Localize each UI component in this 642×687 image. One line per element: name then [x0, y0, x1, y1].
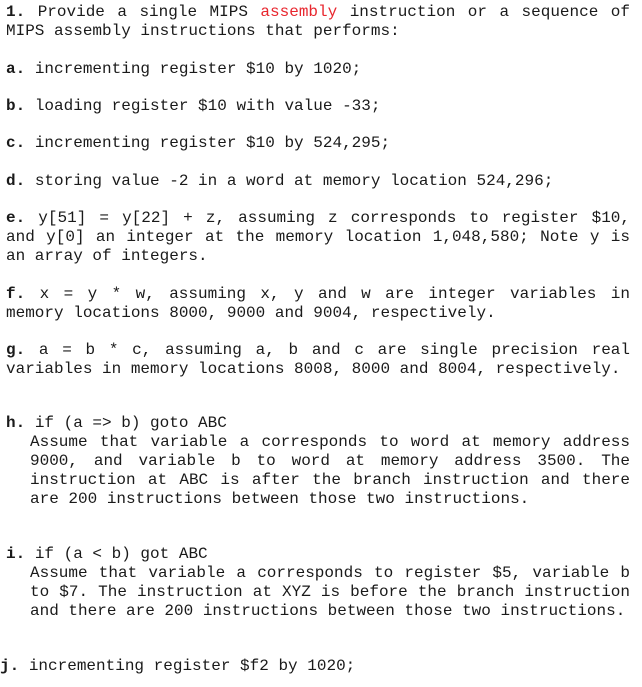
item-text: storing value -2 in a word at memory loc…: [34, 172, 554, 190]
item-g: g. a = b * c, assuming a, b and c are si…: [6, 341, 630, 379]
document: 1. Provide a single MIPS assembly instru…: [0, 0, 642, 687]
item-label: h.: [6, 414, 26, 432]
item-label: c.: [6, 134, 26, 152]
question-intro: 1. Provide a single MIPS assembly instru…: [6, 3, 630, 41]
item-label: e.: [6, 209, 26, 227]
item-text: if (a < b) got ABC: [34, 545, 208, 563]
item-label: d.: [6, 172, 26, 190]
item-f: f. x = y * w, assuming x, y and w are in…: [6, 285, 630, 323]
item-text: loading register $10 with value -33;: [34, 97, 381, 115]
item-text: a = b * c, assuming a, b and c are singl…: [6, 341, 631, 378]
item-text: incrementing register $10 by 524,295;: [34, 134, 391, 152]
item-detail: Assume that variable a corresponds to re…: [30, 564, 630, 620]
item-text: y[51] = y[22] + z, assuming z correspond…: [6, 209, 631, 265]
intro-highlight: assembly: [260, 3, 338, 21]
item-b: b. loading register $10 with value -33;: [6, 97, 630, 116]
item-d: d. storing value -2 in a word at memory …: [6, 172, 630, 191]
item-text: if (a => b) goto ABC: [34, 414, 227, 432]
item-text: incrementing register $f2 by 1020;: [28, 657, 356, 675]
item-label: f.: [6, 285, 26, 303]
item-h: h. if (a => b) goto ABC Assume that vari…: [6, 414, 630, 509]
item-label: b.: [6, 97, 26, 115]
item-detail: Assume that variable a corresponds to wo…: [30, 433, 630, 508]
item-j: j. incrementing register $f2 by 1020;: [0, 657, 624, 676]
item-label: i.: [6, 545, 26, 563]
item-a: a. incrementing register $10 by 1020;: [6, 60, 630, 79]
item-text: x = y * w, assuming x, y and w are integ…: [6, 285, 630, 322]
item-e: e. y[51] = y[22] + z, assuming z corresp…: [6, 209, 630, 266]
item-label: j.: [0, 657, 20, 675]
item-c: c. incrementing register $10 by 524,295;: [6, 134, 630, 153]
item-i: i. if (a < b) got ABC Assume that variab…: [6, 545, 630, 621]
item-label: a.: [6, 60, 26, 78]
item-text: incrementing register $10 by 1020;: [34, 60, 362, 78]
item-label: g.: [6, 341, 26, 359]
question-number: 1.: [6, 3, 26, 21]
intro-text-before: Provide a single MIPS: [37, 3, 261, 21]
